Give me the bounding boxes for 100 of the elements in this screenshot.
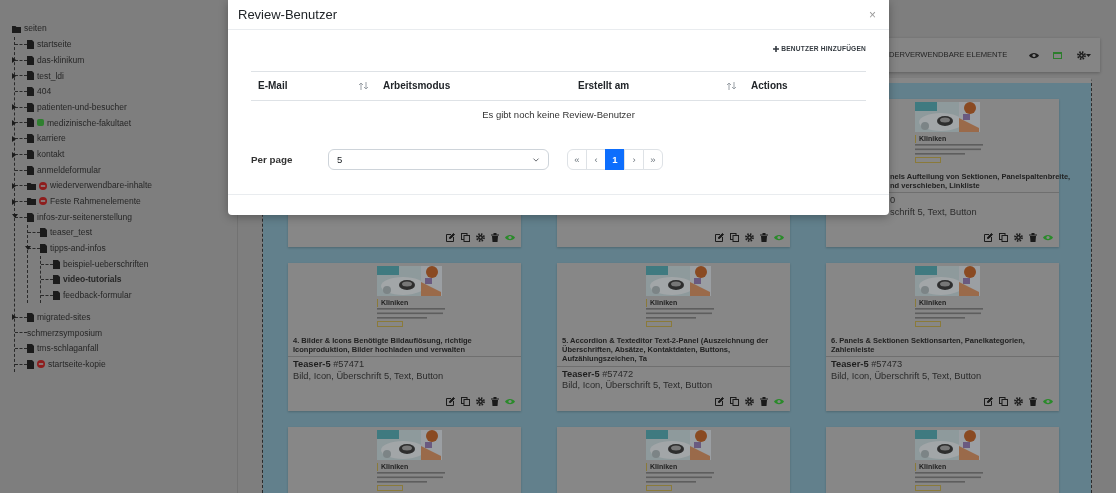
text-lines-drawing [377,308,447,320]
copy-icon[interactable] [730,233,739,242]
tree-item[interactable]: seiten [24,22,47,36]
tree-item[interactable]: wiederverwendbare-inhalte [50,179,153,193]
settings-icon[interactable] [476,397,485,406]
per-page-label: Per page [251,152,294,167]
tree-item[interactable]: tms-schlaganfall [37,342,99,355]
copy-icon[interactable] [730,397,739,406]
tree-item[interactable]: Feste Rahmenelemente [50,195,141,208]
pagination-button[interactable]: 1 [605,149,625,171]
preview-button-drawing [377,485,403,491]
caret-right-icon[interactable] [12,120,16,127]
pagination-button[interactable]: « [567,149,587,171]
eye-icon[interactable] [1029,51,1040,59]
element-list: schrift 5, Text, Button [890,206,1054,219]
trash-icon[interactable] [1029,233,1037,242]
preview-button-drawing [646,485,672,491]
caret-right-icon[interactable] [12,198,16,205]
tree-item[interactable]: beispiel-ueberschriften [63,257,149,271]
folder-icon [12,24,21,33]
preview-button-drawing [915,485,941,491]
edit-icon[interactable] [715,233,724,242]
column-header[interactable]: Erstellt am [578,78,630,94]
plus-icon [773,45,780,52]
edit-icon[interactable] [984,397,993,406]
tree-item[interactable]: tipps-and-infos [50,242,106,255]
edit-icon[interactable] [715,397,724,406]
edit-icon[interactable] [446,397,455,406]
tree-item[interactable]: anmeldeformular [37,163,101,177]
per-page-select[interactable]: 5 [328,149,549,171]
teaser-id: 0 [890,195,897,207]
copy-icon[interactable] [999,233,1008,242]
tree-item[interactable]: kontakt [37,147,65,161]
empty-message: Es gibt noch keine Review-Benutzer [251,100,866,129]
trash-icon[interactable] [491,397,499,406]
tree-item[interactable]: karriere [37,132,66,146]
caret-right-icon[interactable] [12,104,16,111]
preview-button-drawing [377,321,403,327]
caret-right-icon[interactable] [12,57,16,64]
tree-item[interactable]: migrated-sites [37,310,91,324]
preview-button-drawing [915,321,941,327]
settings-icon[interactable] [1014,233,1023,242]
preview-button-drawing [915,157,941,163]
element-list: Bild, Icon, Überschrift 5, Text, Button [562,380,785,392]
tree-item[interactable]: startseite-kopie [48,357,106,371]
text-lines-drawing [646,308,716,320]
sort-icon[interactable] [726,81,737,90]
element-list: Bild, Icon, Überschrift 5, Text, Button [293,370,516,383]
edit-icon[interactable] [446,233,455,242]
caret-right-icon[interactable] [12,314,16,321]
tree-item[interactable]: patienten-und-besucher [37,100,127,114]
text-lines-drawing [377,472,447,484]
pagination-button[interactable]: » [643,149,663,171]
column-header[interactable]: E-Mail [258,78,288,94]
copy-icon[interactable] [999,397,1008,406]
caret-right-icon[interactable] [12,73,16,80]
column-header[interactable]: Arbeitsmodus [383,78,451,94]
tree-item[interactable]: 404 [37,85,52,98]
settings-icon[interactable] [745,233,754,242]
tree-item[interactable]: startseite [37,38,72,51]
column-header[interactable]: Actions [751,78,788,94]
teaser-id: Teaser-5 #57473 [831,359,904,371]
text-lines-drawing [915,144,985,156]
caret-down-icon[interactable] [25,245,31,250]
pagination-button[interactable]: › [624,149,644,171]
sort-icon[interactable] [358,81,369,90]
caret-down-icon[interactable] [1086,53,1092,57]
trash-icon[interactable] [1029,397,1037,406]
teaser-id: Teaser-5 #57471 [293,359,366,371]
tree-item[interactable]: das-klinikum [37,53,85,67]
trash-icon[interactable] [760,233,768,242]
settings-icon[interactable] [476,233,485,242]
tree-item[interactable]: test_ldi [37,69,64,83]
settings-icon[interactable] [1014,397,1023,406]
text-lines-drawing [915,472,985,484]
close-button[interactable]: × [866,8,879,21]
settings-icon[interactable] [745,397,754,406]
page-icon [27,312,34,322]
preview-button-drawing [646,321,672,327]
caret-down-icon[interactable] [12,214,18,219]
settings-icon[interactable] [1077,50,1087,60]
tree-item[interactable]: medizinische-fakultaet [47,116,132,130]
element-list: Bild, Icon, Überschrift 5, Text, Button [831,370,1054,383]
pagination-button[interactable]: ‹ [586,149,606,171]
copy-icon[interactable] [461,233,470,242]
modal-title: Review-Benutzer [238,5,337,24]
copy-icon[interactable] [461,397,470,406]
teaser-id: Teaser-5 #57472 [562,368,635,380]
edit-icon[interactable] [984,233,993,242]
tree-item[interactable]: feedback-formular [63,289,132,302]
caret-right-icon[interactable] [12,182,16,189]
trash-icon[interactable] [760,397,768,406]
tree-item[interactable]: schmerzsymposium [27,326,103,340]
caret-right-icon[interactable] [12,151,16,158]
tree-item[interactable]: teaser_test [50,226,93,240]
trash-icon[interactable] [491,233,499,242]
tree-item[interactable]: video-tutorials [63,273,122,287]
caret-right-icon[interactable] [12,135,16,142]
text-lines-drawing [915,308,985,320]
tree-item[interactable]: infos-zur-seitenerstellung [37,210,132,224]
